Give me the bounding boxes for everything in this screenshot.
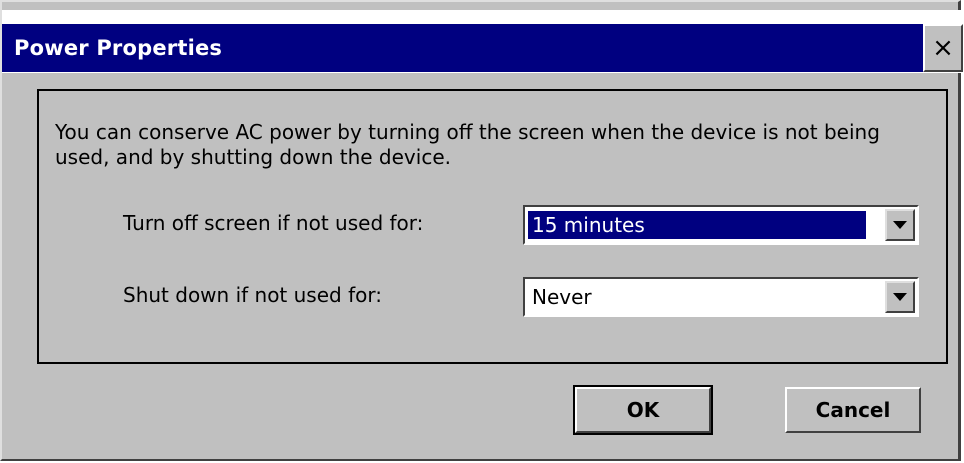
title-bar[interactable]: Power Properties [2, 24, 923, 72]
screen-off-label: Turn off screen if not used for: [123, 211, 424, 235]
close-button[interactable]: × [923, 24, 963, 72]
chevron-down-icon [893, 293, 907, 301]
screen-off-dropdown-button[interactable] [885, 209, 915, 241]
power-settings-group: You can conserve AC power by turning off… [37, 89, 948, 364]
shutdown-dropdown-button[interactable] [885, 281, 915, 313]
description-text: You can conserve AC power by turning off… [55, 120, 880, 169]
power-properties-dialog: Power Properties × You can conserve AC p… [0, 0, 963, 461]
chevron-down-icon [893, 221, 907, 229]
shutdown-dropdown[interactable]: Never [523, 277, 919, 317]
screen-off-dropdown[interactable]: 15 minutes [523, 205, 919, 245]
cancel-button[interactable]: Cancel [785, 387, 921, 433]
screen-off-selected-value: 15 minutes [527, 210, 867, 240]
shutdown-label: Shut down if not used for: [123, 283, 382, 307]
title-bar-area: Power Properties × [2, 10, 963, 73]
shutdown-selected-value: Never [532, 285, 592, 309]
window-title: Power Properties [14, 36, 223, 60]
ok-button[interactable]: OK [573, 385, 713, 435]
close-icon: × [932, 33, 954, 63]
